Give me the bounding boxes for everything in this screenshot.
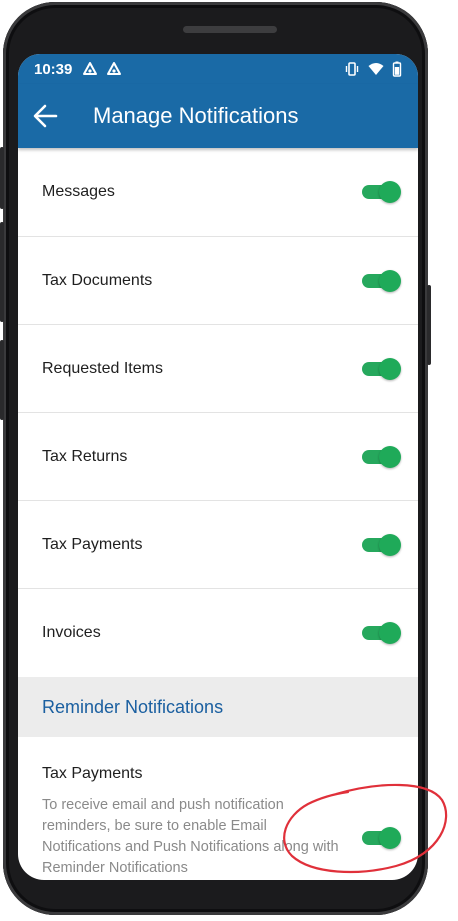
tax-returns-toggle[interactable]	[362, 446, 401, 468]
reminder-label: Tax Payments	[42, 765, 143, 782]
side-button	[0, 222, 4, 322]
screen: 10:39 Manage Notifications Messages Tax …	[18, 54, 418, 880]
messages-toggle[interactable]	[362, 181, 401, 203]
notification-label: Tax Documents	[42, 272, 153, 289]
status-bar: 10:39	[18, 54, 418, 84]
battery-icon	[392, 61, 402, 77]
notification-row-tax-payments: Tax Payments	[18, 501, 418, 589]
notification-list: Messages Tax Documents Requested Items T…	[18, 148, 418, 880]
toggle-thumb	[379, 358, 401, 380]
side-button	[0, 340, 4, 420]
notification-label: Requested Items	[42, 360, 163, 377]
section-header: Reminder Notifications	[18, 677, 418, 737]
page-title: Manage Notifications	[93, 103, 299, 128]
toggle-thumb	[379, 181, 401, 203]
notification-label: Messages	[42, 183, 115, 200]
notification-a-icon	[83, 62, 97, 75]
toggle-thumb	[379, 270, 401, 292]
notification-label: Invoices	[42, 624, 101, 641]
notification-row-requested-items: Requested Items	[18, 325, 418, 413]
toggle-thumb	[379, 446, 401, 468]
status-time: 10:39	[34, 61, 73, 78]
notification-label: Tax Payments	[42, 536, 143, 553]
notification-row-tax-documents: Tax Documents	[18, 237, 418, 325]
requested-items-toggle[interactable]	[362, 358, 401, 380]
arrow-left-icon	[33, 104, 58, 128]
reminder-row-tax-payments: Tax Payments To receive email and push n…	[18, 737, 418, 880]
tax-payments-toggle[interactable]	[362, 534, 401, 556]
toggle-thumb	[379, 622, 401, 644]
side-button	[427, 285, 431, 365]
notification-a-icon	[107, 62, 121, 75]
earpiece-speaker	[183, 26, 277, 33]
toggle-thumb	[379, 827, 401, 849]
wifi-icon	[368, 63, 384, 75]
tax-documents-toggle[interactable]	[362, 270, 401, 292]
back-button[interactable]	[28, 96, 64, 136]
reminder-description: To receive email and push notification r…	[42, 797, 339, 876]
vibrate-icon	[345, 62, 359, 76]
phone-frame: 10:39 Manage Notifications Messages Tax …	[0, 2, 431, 915]
invoices-toggle[interactable]	[362, 622, 401, 644]
notification-row-invoices: Invoices	[18, 589, 418, 677]
reminder-tax-payments-toggle[interactable]	[362, 827, 401, 849]
notification-label: Tax Returns	[42, 448, 128, 465]
section-title: Reminder Notifications	[42, 697, 224, 717]
notification-row-messages: Messages	[18, 148, 418, 237]
toggle-thumb	[379, 534, 401, 556]
notification-row-tax-returns: Tax Returns	[18, 413, 418, 501]
side-button	[0, 147, 4, 209]
app-bar: Manage Notifications	[18, 84, 418, 148]
